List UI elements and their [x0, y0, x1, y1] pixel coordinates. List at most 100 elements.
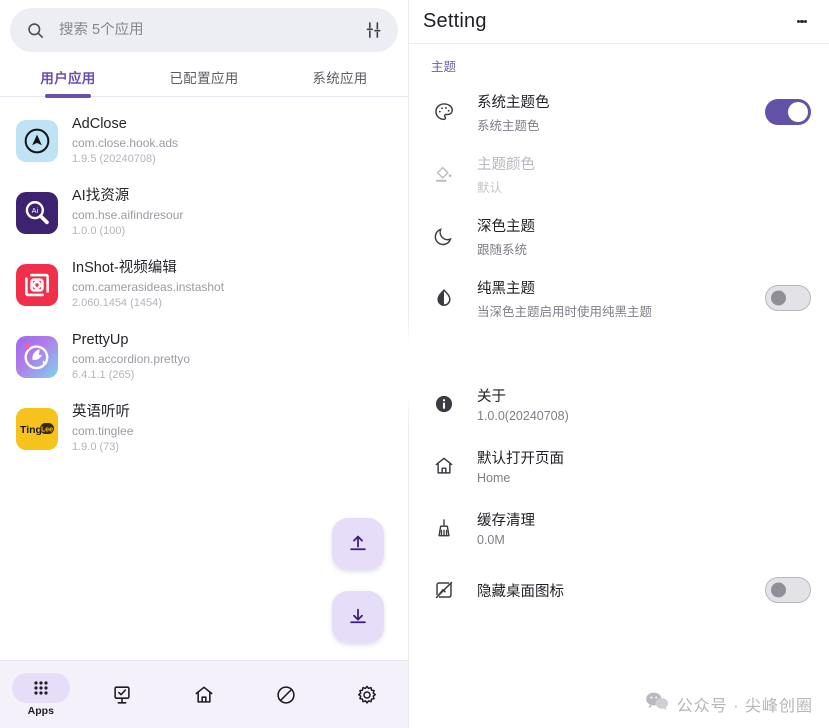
list-item[interactable]: Ting Lee 英语听听 com.tinglee 1.9.0 (73) — [0, 393, 408, 465]
palette-icon — [429, 101, 459, 123]
app-name: 英语听听 — [72, 404, 130, 421]
tab-label: 用户应用 — [40, 71, 96, 86]
toggle-pure-black-theme[interactable] — [765, 285, 811, 311]
nav-item-configure[interactable] — [82, 680, 164, 710]
setting-title: 隐藏桌面图标 — [477, 583, 564, 600]
svg-text:Ai: Ai — [32, 206, 39, 215]
block-icon — [257, 680, 315, 710]
setting-row-dark-theme[interactable]: 深色主题 跟随系统 — [409, 205, 829, 267]
section-header-theme: 主题 — [431, 60, 457, 74]
page-title: Setting — [423, 10, 487, 32]
adclose-icon — [16, 120, 58, 162]
app-package: com.hse.aifindresour — [72, 207, 184, 222]
setting-text: 隐藏桌面图标 — [459, 580, 765, 601]
app-meta: InShot-视频编辑 com.camerasideas.instashot 2… — [72, 259, 224, 310]
watermark-text: 公众号 · 尖峰创圈 — [676, 697, 813, 715]
setting-text: 主题颜色 默认 — [459, 153, 811, 196]
setting-subtitle: 当深色主题启用时使用纯黑主题 — [477, 304, 653, 319]
app-version: 2.060.1454 (1454) — [72, 296, 162, 309]
app-package: com.tinglee — [72, 423, 134, 438]
app-package: com.accordion.prettyo — [72, 351, 191, 366]
setting-row-hide-launcher-icon[interactable]: 隐藏桌面图标 — [409, 559, 829, 621]
setting-text: 默认打开页面 Home — [459, 447, 811, 485]
kebab-menu-icon[interactable] — [787, 7, 817, 37]
search-container — [0, 0, 408, 58]
setting-text: 纯黑主题 当深色主题启用时使用纯黑主题 — [459, 277, 765, 320]
tune-icon[interactable] — [364, 20, 384, 40]
nav-item-settings[interactable] — [326, 680, 408, 710]
setting-subtitle: 系统主题色 — [477, 118, 540, 133]
nav-item-block[interactable] — [245, 680, 327, 710]
setting-row-clear-cache[interactable]: 缓存清理 0.0M — [409, 497, 829, 559]
tinglee-icon: Ting Lee — [16, 408, 58, 450]
export-fab[interactable] — [332, 518, 384, 570]
app-version: 1.0.0 (100) — [72, 224, 126, 237]
setting-title: 深色主题 — [477, 218, 535, 235]
setting-text: 缓存清理 0.0M — [459, 509, 811, 547]
app-version: 1.9.0 (73) — [72, 440, 120, 453]
app-package: com.close.hook.ads — [72, 135, 179, 150]
nav-item-home[interactable] — [163, 680, 245, 710]
broom-icon — [429, 517, 459, 539]
list-item[interactable]: Ai AI找资源 com.hse.aifindresour 1.0.0 (100… — [0, 177, 408, 249]
app-meta: 英语听听 com.tinglee 1.9.0 (73) — [72, 403, 133, 454]
app-name: AI找资源 — [72, 188, 130, 205]
app-list: AdClose com.close.hook.ads 1.9.5 (202407… — [0, 97, 408, 660]
wechat-icon — [645, 691, 669, 716]
setting-text: 系统主题色 系统主题色 — [459, 91, 765, 134]
toggle-hide-launcher-icon[interactable] — [765, 577, 811, 603]
setting-title: 关于 — [477, 389, 506, 405]
app-meta: AI找资源 com.hse.aifindresour 1.0.0 (100) — [72, 187, 183, 238]
contrast-icon — [429, 287, 459, 309]
setting-subtitle: 0.0M — [477, 533, 505, 547]
setting-title: 纯黑主题 — [477, 280, 535, 297]
import-fab[interactable] — [332, 591, 384, 643]
setting-title: 系统主题色 — [477, 94, 550, 111]
app-meta: AdClose com.close.hook.ads 1.9.5 (202407… — [72, 115, 178, 166]
app-version: 1.9.5 (20240708) — [72, 152, 156, 165]
setting-subtitle: 默认 — [477, 180, 503, 195]
setting-subtitle: 跟随系统 — [477, 242, 528, 257]
search-input[interactable] — [59, 22, 350, 38]
list-item[interactable]: AdClose com.close.hook.ads 1.9.5 (202407… — [0, 105, 408, 177]
settings-pane: Setting 主题 系统主题色 系统主题色 主题颜色 默认 深色主题 跟随系统… — [409, 0, 829, 728]
prettyup-icon — [16, 336, 58, 378]
list-item[interactable]: PrettyUp com.accordion.prettyo 6.4.1.1 (… — [0, 321, 408, 393]
search-icon — [26, 21, 45, 40]
download-icon — [347, 605, 369, 630]
setting-row-system-theme-color[interactable]: 系统主题色 系统主题色 — [409, 81, 829, 143]
setting-row-pure-black-theme[interactable]: 纯黑主题 当深色主题启用时使用纯黑主题 — [409, 267, 829, 329]
upload-icon — [347, 532, 369, 557]
nav-label-apps: Apps — [27, 704, 54, 717]
ai-search-icon: Ai — [16, 192, 58, 234]
home-icon — [175, 680, 233, 710]
nav-item-apps[interactable]: Apps — [0, 672, 82, 717]
toggle-system-theme-color[interactable] — [765, 99, 811, 125]
hide-image-icon — [429, 579, 459, 601]
inshot-icon — [16, 264, 58, 306]
app-category-tabs: 用户应用 已配置应用 系统应用 — [0, 58, 408, 96]
tab-user-apps[interactable]: 用户应用 — [0, 58, 136, 96]
home-outline-icon — [429, 455, 459, 477]
app-meta: PrettyUp com.accordion.prettyo 6.4.1.1 (… — [72, 331, 190, 382]
settings-appbar: Setting — [409, 0, 829, 44]
list-item[interactable]: InShot-视频编辑 com.camerasideas.instashot 2… — [0, 249, 408, 321]
tab-label: 系统应用 — [312, 71, 368, 86]
setting-row-default-page[interactable]: 默认打开页面 Home — [409, 435, 829, 497]
search-bar[interactable] — [10, 8, 398, 52]
tab-system-apps[interactable]: 系统应用 — [272, 58, 408, 96]
watermark: 公众号 · 尖峰创圈 — [645, 691, 813, 716]
setting-title: 缓存清理 — [477, 513, 535, 529]
setting-subtitle: Home — [477, 471, 511, 485]
svg-text:Lee: Lee — [41, 427, 53, 434]
tab-configured-apps[interactable]: 已配置应用 — [136, 58, 272, 96]
svg-text:Ting: Ting — [20, 424, 42, 436]
setting-row-about[interactable]: 关于 1.0.0(20240708) — [409, 373, 829, 435]
app-name: AdClose — [72, 116, 127, 133]
gear-icon — [338, 680, 396, 710]
apps-grid-icon — [11, 672, 70, 703]
setting-title: 默认打开页面 — [477, 451, 564, 467]
info-icon — [429, 393, 459, 415]
tab-label: 已配置应用 — [169, 71, 239, 86]
